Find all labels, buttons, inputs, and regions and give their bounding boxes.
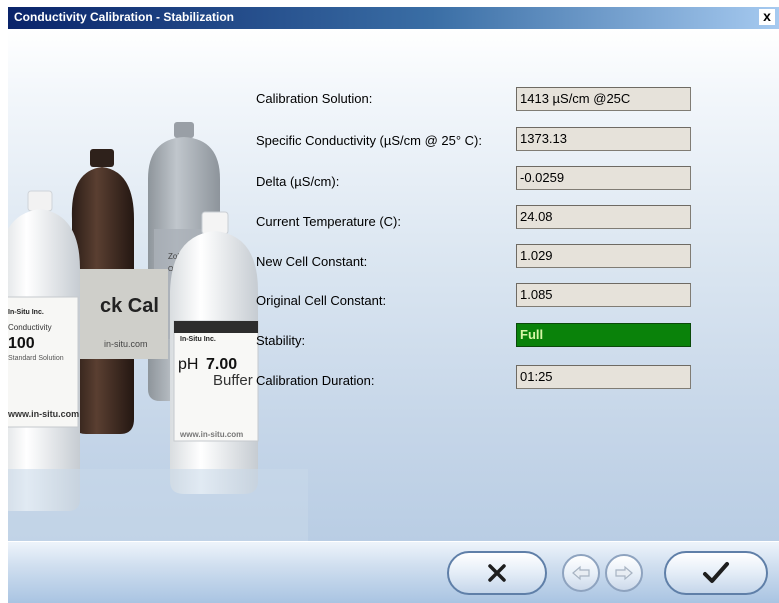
field-calibration-duration: 01:25 — [516, 365, 691, 389]
x-icon — [488, 564, 506, 582]
bottle-label-url: in-situ.com — [104, 339, 148, 349]
button-bar — [8, 541, 779, 603]
bottle-text-700: 7.00 — [206, 356, 237, 373]
field-specific-conductivity: 1373.13 — [516, 127, 691, 151]
bottle-url-left: www.in-situ.com — [8, 409, 79, 419]
label-delta: Delta (µS/cm): — [256, 174, 340, 189]
close-button[interactable]: x — [759, 9, 775, 25]
field-delta: -0.0259 — [516, 166, 691, 190]
bottle-label-cal: ck Cal — [100, 295, 159, 317]
field-calibration-solution: 1413 µS/cm @25C — [516, 87, 691, 111]
close-icon: x — [763, 8, 771, 24]
checkmark-icon — [703, 562, 729, 583]
finish-button[interactable] — [664, 551, 768, 595]
arrow-right-icon — [615, 565, 633, 581]
back-button[interactable] — [562, 554, 600, 592]
field-new-cell-constant: 1.029 — [516, 244, 691, 268]
dialog-body: Zobell ORP S ck Cal in-situ.com In-Situ … — [8, 29, 779, 541]
field-current-temperature: 24.08 — [516, 205, 691, 229]
label-calibration-solution: Calibration Solution: — [256, 91, 373, 106]
bottle-text-100: 100 — [8, 335, 35, 352]
bottle-text-conductivity: Conductivity — [8, 323, 52, 332]
bottle-url-front: www.in-situ.com — [179, 430, 243, 439]
label-current-temperature: Current Temperature (C): — [256, 214, 401, 229]
window-title: Conductivity Calibration - Stabilization — [14, 10, 235, 24]
next-button[interactable] — [605, 554, 643, 592]
field-stability: Full — [516, 323, 691, 347]
label-new-cell-constant: New Cell Constant: — [256, 254, 368, 269]
bottle-text-buffer: Buffer — [213, 372, 253, 389]
field-original-cell-constant: 1.085 — [516, 283, 691, 307]
title-bar: Conductivity Calibration - Stabilization… — [8, 7, 779, 29]
label-calibration-duration: Calibration Duration: — [256, 373, 375, 388]
bottle-text-ph: pH — [178, 356, 198, 373]
label-original-cell-constant: Original Cell Constant: — [256, 293, 387, 308]
bottle-brand-front: In-Situ Inc. — [180, 336, 216, 343]
arrow-left-icon — [572, 565, 590, 581]
bottle-brand-left: In-Situ Inc. — [8, 309, 44, 316]
label-specific-conductivity: Specific Conductivity (µS/cm @ 25° C): — [256, 133, 483, 148]
cancel-button[interactable] — [447, 551, 547, 595]
label-stability: Stability: — [256, 333, 306, 348]
bottle-text-standard: Standard Solution — [8, 355, 64, 362]
